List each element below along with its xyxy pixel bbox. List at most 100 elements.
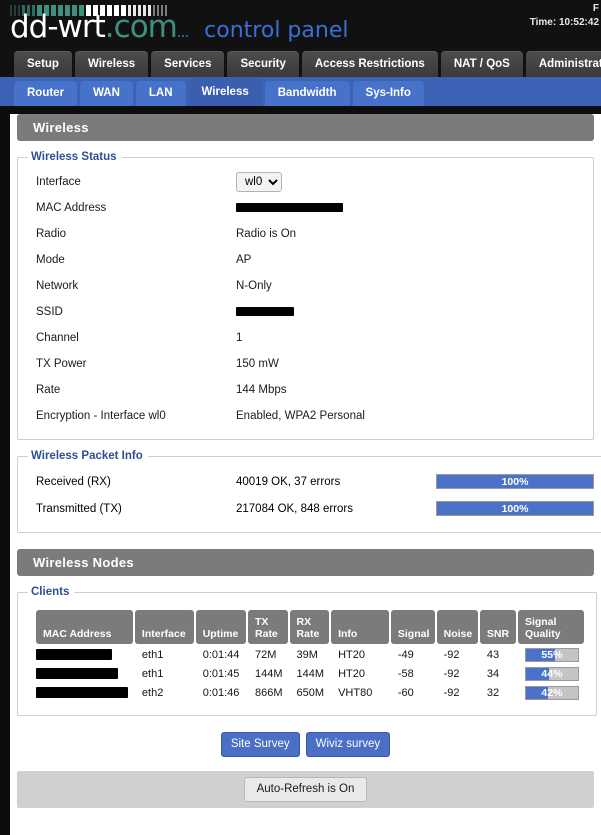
- sub-tab-wireless[interactable]: Wireless: [188, 78, 262, 106]
- main-tab-security[interactable]: Security: [227, 51, 299, 77]
- signal-quality-label: 44%: [541, 667, 563, 680]
- clients-legend: Clients: [31, 586, 70, 598]
- clients-column-header: Signal Quality: [517, 610, 584, 644]
- logo-brand-name: dd-wrt: [10, 9, 106, 45]
- client-snr: 32: [486, 686, 500, 699]
- client-mac-address: [36, 665, 133, 682]
- row-mac-address: MAC Address: [28, 195, 583, 221]
- main-tab-wireless[interactable]: Wireless: [74, 51, 149, 77]
- logo-ellipsis: ...: [176, 23, 189, 41]
- client-rx-rate: 39M: [296, 648, 318, 661]
- section-header-wireless: Wireless: [17, 114, 594, 141]
- sub-tab-bar: Router WAN LAN Wireless Bandwidth Sys-Info: [0, 77, 601, 106]
- label-tx-power: TX Power: [36, 358, 87, 370]
- client-tx-rate: 72M: [255, 648, 277, 661]
- main-tab-services[interactable]: Services: [151, 51, 225, 77]
- label-mode: Mode: [36, 254, 65, 266]
- packet-info-value: 40019 OK, 37 errors: [236, 475, 341, 488]
- header-time: Time: 10:52:42: [529, 17, 599, 28]
- packet-info-progress-bar: 100%: [436, 501, 594, 516]
- row-radio: Radio Radio is On: [28, 221, 583, 247]
- client-uptime: 0:01:46: [202, 686, 240, 699]
- signal-quality-label: 55%: [541, 648, 563, 661]
- value-encryption: Enabled, WPA2 Personal: [236, 410, 365, 422]
- main-tab-access-restrictions[interactable]: Access Restrictions: [301, 51, 438, 77]
- client-info: VHT80: [338, 686, 373, 699]
- client-info: HT20: [338, 648, 365, 661]
- client-interface: eth1: [141, 667, 164, 680]
- main-tab-setup[interactable]: Setup: [14, 51, 72, 77]
- label-rate: Rate: [36, 384, 61, 396]
- label-channel: Channel: [36, 332, 79, 344]
- clients-panel: Clients MAC Address Interface Uptime TX Rat…: [17, 586, 597, 716]
- redacted-client-mac: [36, 687, 128, 699]
- row-tx-power: TX Power 150 mW: [28, 351, 583, 377]
- packet-info-row: Received (RX) 40019 OK, 37 errors 100%: [28, 468, 594, 495]
- client-rx-rate: 650M: [296, 686, 325, 699]
- label-encryption: Encryption - Interface wl0: [36, 410, 166, 422]
- page-header: dd-wrt.com... control panel F Time: 10:52…: [0, 0, 601, 50]
- clients-column-header: RX Rate: [289, 610, 330, 644]
- redacted-client-mac: [36, 668, 118, 680]
- client-noise: -92: [443, 648, 460, 661]
- wiviz-survey-button[interactable]: Wiviz survey: [305, 732, 391, 757]
- row-encryption: Encryption - Interface wl0 Enabled, WPA2…: [28, 403, 583, 429]
- clients-table: MAC Address Interface Uptime TX Rate RX Rate…: [34, 608, 586, 703]
- signal-quality-bar: 42%: [524, 685, 579, 700]
- sub-tab-lan[interactable]: LAN: [135, 81, 186, 106]
- dd-wrt-control-panel: dd-wrt.com... control panel F Time: 10:52…: [0, 0, 601, 835]
- sub-tab-sys-info[interactable]: Sys-Info: [352, 81, 424, 106]
- footer-bar: Auto-Refresh is On: [17, 771, 594, 808]
- clients-table-header-row: MAC Address Interface Uptime TX Rate RX Rate…: [36, 610, 584, 644]
- sub-tab-bandwidth[interactable]: Bandwidth: [264, 81, 350, 106]
- clients-table-row: eth1 0:01:45 144M 144M HT20 -58 -92 34 44%: [36, 665, 584, 682]
- client-mac-address: [36, 684, 133, 701]
- client-signal: -60: [397, 686, 414, 699]
- interface-select[interactable]: wl0: [236, 172, 282, 192]
- redacted-mac-address: [236, 203, 343, 213]
- label-radio: Radio: [36, 228, 67, 240]
- wireless-status-legend: Wireless Status: [31, 151, 117, 163]
- packet-info-value: 217084 OK, 848 errors: [236, 502, 353, 515]
- packet-info-label: Received (RX): [36, 475, 111, 488]
- value-rate: 144 Mbps: [236, 384, 287, 396]
- label-ssid: SSID: [36, 306, 63, 318]
- sub-tab-router[interactable]: Router: [14, 81, 78, 106]
- row-ssid: SSID: [28, 299, 583, 325]
- signal-quality-bar: 44%: [524, 666, 579, 681]
- client-rx-rate: 144M: [296, 667, 325, 680]
- progress-label: 100%: [501, 476, 529, 488]
- row-network: Network N-Only: [28, 273, 583, 299]
- client-tx-rate: 144M: [255, 667, 283, 680]
- row-mode: Mode AP: [28, 247, 583, 273]
- clients-column-header: Noise: [436, 610, 478, 644]
- row-rate: Rate 144 Mbps: [28, 377, 583, 403]
- signal-quality-bar: 55%: [524, 647, 579, 662]
- value-channel: 1: [236, 332, 243, 344]
- client-interface: eth1: [141, 648, 164, 661]
- value-radio: Radio is On: [236, 228, 297, 240]
- survey-button-row: Site Survey Wiviz survey: [10, 732, 601, 757]
- client-noise: -92: [443, 667, 460, 680]
- main-tab-administration[interactable]: Administration: [525, 51, 601, 77]
- client-info: HT20: [338, 667, 365, 680]
- value-ssid: [236, 305, 583, 319]
- main-tab-bar: Setup Wireless Services Security Access Rest…: [0, 50, 601, 77]
- main-tab-nat-qos[interactable]: NAT / QoS: [440, 51, 523, 77]
- clients-column-header: MAC Address: [36, 610, 133, 644]
- client-signal-quality: 44%: [518, 665, 584, 682]
- packet-info-row: Transmitted (TX) 217084 OK, 848 errors 100…: [28, 495, 594, 522]
- value-interface: wl0: [236, 172, 583, 192]
- main-content: Wireless Wireless Status Interface wl0 M…: [10, 114, 601, 835]
- value-mode: AP: [236, 254, 252, 266]
- logo-brand-tld: .com: [104, 9, 178, 45]
- client-snr: 34: [486, 667, 500, 680]
- row-interface: Interface wl0: [28, 169, 583, 195]
- value-network: N-Only: [236, 280, 272, 292]
- clients-column-header: Signal: [390, 610, 435, 644]
- client-uptime: 0:01:45: [202, 667, 240, 680]
- sub-tab-wan[interactable]: WAN: [80, 81, 133, 106]
- auto-refresh-button[interactable]: Auto-Refresh is On: [243, 777, 368, 802]
- label-network: Network: [36, 280, 79, 292]
- site-survey-button[interactable]: Site Survey: [220, 732, 300, 757]
